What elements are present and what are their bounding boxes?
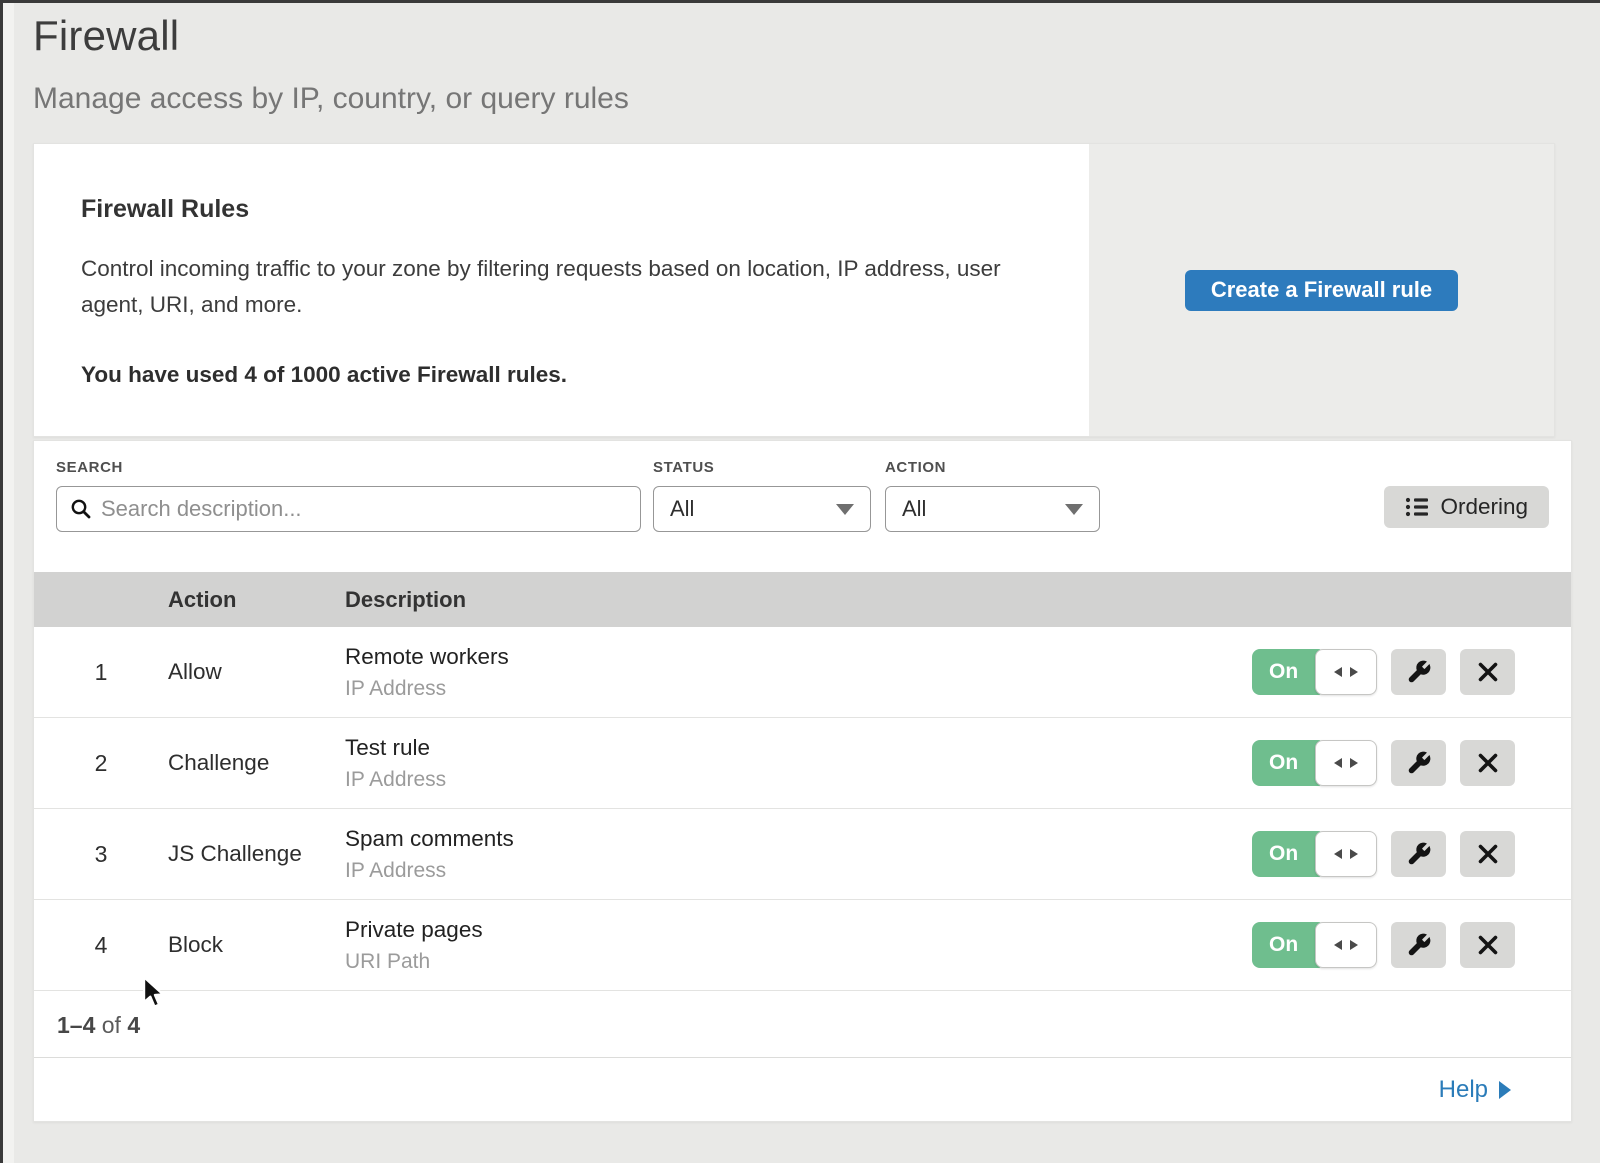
- rule-enabled-toggle[interactable]: On: [1252, 649, 1377, 695]
- action-filter-group: ACTION All: [885, 459, 1100, 532]
- rule-description: Remote workers: [345, 644, 1252, 670]
- pagination-range: 1–4: [57, 1012, 95, 1038]
- edit-rule-button[interactable]: [1391, 831, 1446, 877]
- chevron-down-icon: [1065, 504, 1083, 515]
- action-column-header: Action: [168, 587, 345, 613]
- rule-priority: 2: [34, 750, 168, 777]
- rule-description-cell: Remote workers IP Address: [345, 644, 1252, 701]
- rule-controls: On: [1252, 740, 1571, 786]
- ordering-list-icon: [1405, 496, 1429, 518]
- drag-arrows-icon: [1333, 939, 1359, 951]
- rule-match-type: URI Path: [345, 950, 1252, 974]
- delete-rule-button[interactable]: [1460, 922, 1515, 968]
- firewall-rules-list-card: SEARCH STATUS All ACTION: [33, 440, 1572, 1122]
- rule-enabled-toggle[interactable]: On: [1252, 831, 1377, 877]
- rule-match-type: IP Address: [345, 768, 1252, 792]
- action-label: ACTION: [885, 459, 1100, 476]
- drag-arrows-icon: [1333, 848, 1359, 860]
- action-selected-value: All: [902, 496, 926, 522]
- close-icon: [1477, 661, 1499, 683]
- overview-text-section: Firewall Rules Control incoming traffic …: [34, 144, 1089, 436]
- firewall-rules-overview-card: Firewall Rules Control incoming traffic …: [33, 143, 1555, 437]
- create-firewall-rule-button[interactable]: Create a Firewall rule: [1185, 270, 1458, 311]
- close-icon: [1477, 843, 1499, 865]
- table-header: Action Description: [34, 572, 1571, 627]
- rule-description-cell: Spam comments IP Address: [345, 826, 1252, 883]
- ordering-group: Ordering: [1384, 459, 1549, 528]
- search-input[interactable]: [101, 496, 627, 522]
- page-subtitle: Manage access by IP, country, or query r…: [33, 82, 1600, 116]
- search-icon: [70, 498, 92, 520]
- rule-description-cell: Test rule IP Address: [345, 735, 1252, 792]
- rule-enabled-toggle[interactable]: On: [1252, 740, 1377, 786]
- help-label: Help: [1439, 1076, 1488, 1104]
- table-row: 1 Allow Remote workers IP Address On: [34, 627, 1571, 718]
- firewall-page: Firewall Manage access by IP, country, o…: [0, 0, 1600, 1122]
- ordering-button-label: Ordering: [1440, 494, 1528, 520]
- rule-controls: On: [1252, 922, 1571, 968]
- drag-arrows-icon: [1333, 666, 1359, 678]
- ordering-button[interactable]: Ordering: [1384, 486, 1549, 528]
- rule-match-type: IP Address: [345, 677, 1252, 701]
- wrench-icon: [1406, 750, 1432, 776]
- rule-action: JS Challenge: [168, 841, 345, 867]
- close-icon: [1477, 752, 1499, 774]
- edit-rule-button[interactable]: [1391, 922, 1446, 968]
- chevron-down-icon: [836, 504, 854, 515]
- card-footer: Help: [34, 1057, 1571, 1121]
- rule-description: Test rule: [345, 735, 1252, 761]
- rule-action: Challenge: [168, 750, 345, 776]
- overview-description: Control incoming traffic to your zone by…: [81, 251, 1019, 323]
- toggle-handle[interactable]: [1315, 649, 1377, 695]
- delete-rule-button[interactable]: [1460, 740, 1515, 786]
- pagination: 1–4 of 4: [34, 991, 1571, 1057]
- table-row: 4 Block Private pages URI Path On: [34, 900, 1571, 991]
- description-column-header: Description: [345, 587, 1252, 613]
- rule-enabled-toggle[interactable]: On: [1252, 922, 1377, 968]
- edit-rule-button[interactable]: [1391, 649, 1446, 695]
- usage-note: You have used 4 of 1000 active Firewall …: [81, 362, 1019, 388]
- overview-action-section: Create a Firewall rule: [1089, 144, 1554, 436]
- delete-rule-button[interactable]: [1460, 831, 1515, 877]
- help-link[interactable]: Help: [1439, 1076, 1511, 1104]
- rule-controls: On: [1252, 831, 1571, 877]
- search-box[interactable]: [56, 486, 641, 532]
- wrench-icon: [1406, 841, 1432, 867]
- overview-heading: Firewall Rules: [81, 195, 1019, 224]
- rule-description: Private pages: [345, 917, 1252, 943]
- search-label: SEARCH: [56, 459, 641, 476]
- delete-rule-button[interactable]: [1460, 649, 1515, 695]
- page-title: Firewall: [33, 12, 1600, 60]
- drag-arrows-icon: [1333, 757, 1359, 769]
- rule-description: Spam comments: [345, 826, 1252, 852]
- rule-priority: 4: [34, 932, 168, 959]
- rule-action: Allow: [168, 659, 345, 685]
- pagination-separator: of: [102, 1012, 121, 1038]
- action-select[interactable]: All: [885, 486, 1100, 532]
- help-arrow-icon: [1499, 1081, 1511, 1099]
- wrench-icon: [1406, 659, 1432, 685]
- page-header: Firewall Manage access by IP, country, o…: [33, 12, 1600, 116]
- rule-priority: 3: [34, 841, 168, 868]
- wrench-icon: [1406, 932, 1432, 958]
- filter-bar: SEARCH STATUS All ACTION: [34, 441, 1571, 572]
- search-filter-group: SEARCH: [56, 459, 641, 532]
- rule-description-cell: Private pages URI Path: [345, 917, 1252, 974]
- table-row: 3 JS Challenge Spam comments IP Address …: [34, 809, 1571, 900]
- rule-action: Block: [168, 932, 345, 958]
- rule-controls: On: [1252, 649, 1571, 695]
- status-selected-value: All: [670, 496, 694, 522]
- edit-rule-button[interactable]: [1391, 740, 1446, 786]
- table-row: 2 Challenge Test rule IP Address On: [34, 718, 1571, 809]
- close-icon: [1477, 934, 1499, 956]
- status-select[interactable]: All: [653, 486, 871, 532]
- toggle-handle[interactable]: [1315, 740, 1377, 786]
- status-filter-group: STATUS All: [653, 459, 871, 532]
- rule-priority: 1: [34, 659, 168, 686]
- pagination-total: 4: [127, 1012, 140, 1038]
- toggle-handle[interactable]: [1315, 831, 1377, 877]
- toggle-handle[interactable]: [1315, 922, 1377, 968]
- rule-match-type: IP Address: [345, 859, 1252, 883]
- status-label: STATUS: [653, 459, 871, 476]
